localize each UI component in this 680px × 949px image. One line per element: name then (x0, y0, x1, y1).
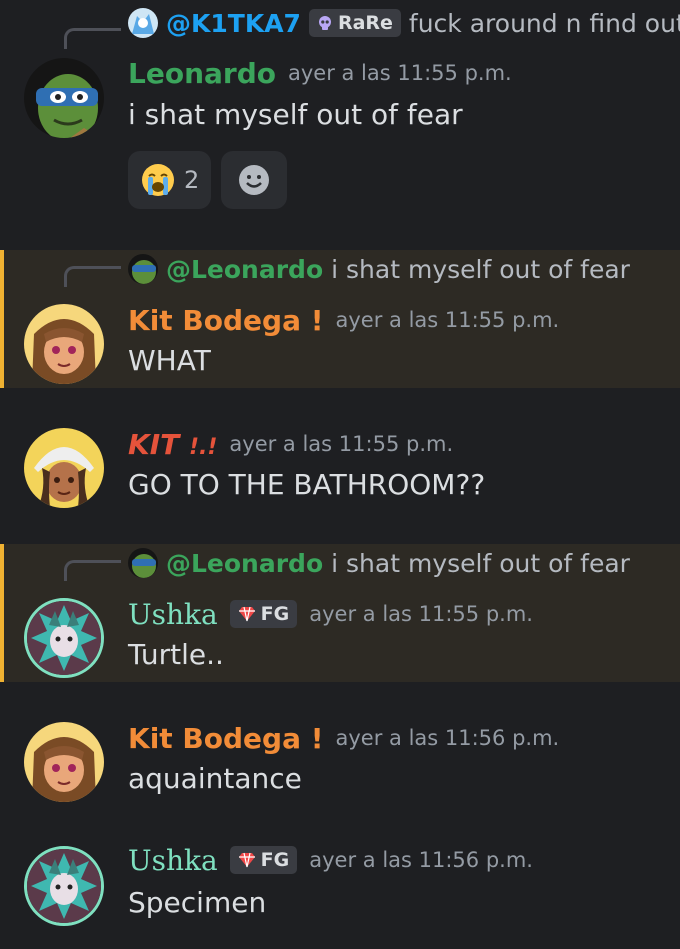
reply-preview[interactable]: @Leonardo i shat myself out of fear (128, 252, 630, 286)
reply-spine (64, 560, 121, 581)
avatar[interactable] (24, 722, 104, 802)
avatar[interactable] (24, 428, 104, 508)
gem-icon (238, 852, 256, 868)
reactions-bar: 2 (128, 151, 288, 209)
author-name-text: KIT (128, 427, 189, 461)
message-content: GO TO THE BATHROOM?? (128, 468, 486, 501)
reply-preview[interactable]: @Leonardo i shat myself out of fear (128, 546, 630, 580)
role-tag-label: FG (260, 849, 290, 871)
message-content: Specimen (128, 886, 267, 919)
timestamp: ayer a las 11:55 p.m. (229, 432, 454, 456)
reply-username[interactable]: @Leonardo (166, 255, 323, 284)
role-tag: RaRe (308, 9, 401, 37)
message-header: Leonardo ayer a las 11:55 p.m. (128, 55, 512, 91)
timestamp: ayer a las 11:55 p.m. (287, 61, 512, 85)
message-header: Ushka FG ayer a las 11:56 p.m. (128, 842, 533, 878)
skull-icon (317, 15, 333, 31)
timestamp: ayer a las 11:56 p.m. (309, 848, 533, 872)
reply-text: i shat myself out of fear (331, 548, 630, 578)
author-name[interactable]: Ushka (128, 598, 218, 631)
reply-spine (64, 266, 121, 287)
message-content: aquaintance (128, 762, 302, 795)
reply-avatar (128, 8, 158, 38)
message-ushka-2[interactable]: Ushka FG ayer a las 11:56 p.m. Specimen (0, 828, 680, 949)
author-name[interactable]: Leonardo (128, 57, 276, 90)
message-header: KIT !.! ayer a las 11:55 p.m. (128, 426, 453, 462)
reaction-crying[interactable]: 2 (128, 151, 212, 209)
message-kit-bodega-2[interactable]: Kit Bodega ! ayer a las 11:56 p.m. aquai… (0, 704, 680, 814)
add-reaction-button[interactable] (221, 151, 288, 209)
avatar[interactable] (24, 58, 104, 138)
message-content: WHAT (128, 344, 211, 377)
message-content: i shat myself out of fear (128, 98, 463, 131)
role-tag: FG (229, 600, 298, 628)
reaction-count: 2 (184, 166, 200, 194)
author-name[interactable]: Kit Bodega ! (128, 722, 324, 755)
message-leonardo-1[interactable]: @K1TKA7 RaRe fuck around n find out Leon… (0, 0, 680, 240)
timestamp: ayer a las 11:55 p.m. (335, 308, 560, 332)
avatar[interactable] (24, 598, 104, 678)
author-name[interactable]: Ushka (128, 844, 218, 877)
message-header: Ushka FG ayer a las 11:55 p.m. (128, 596, 533, 632)
message-header: Kit Bodega ! ayer a las 11:55 p.m. (128, 302, 559, 338)
message-ushka-1[interactable]: @Leonardo i shat myself out of fear Ushk… (0, 544, 680, 682)
author-name-suffix: !.! (188, 434, 218, 460)
loudly-crying-face-icon (140, 162, 176, 198)
reply-text: i shat myself out of fear (331, 254, 630, 284)
reply-avatar (128, 254, 158, 284)
reply-text: fuck around n find out (408, 8, 680, 38)
message-kit-bodega-1[interactable]: @Leonardo i shat myself out of fear Kit … (0, 250, 680, 388)
author-name[interactable]: KIT !.! (128, 428, 217, 461)
author-name[interactable]: Kit Bodega ! (128, 304, 324, 337)
reply-username[interactable]: @K1TKA7 (166, 9, 301, 38)
reply-avatar (128, 548, 158, 578)
role-tag-label: FG (260, 603, 290, 625)
reply-username[interactable]: @Leonardo (166, 549, 323, 578)
role-tag-label: RaRe (337, 12, 393, 34)
smiley-icon (237, 163, 271, 197)
message-header: Kit Bodega ! ayer a las 11:56 p.m. (128, 720, 559, 756)
avatar[interactable] (24, 304, 104, 384)
reply-spine (64, 28, 121, 49)
reply-preview[interactable]: @K1TKA7 RaRe fuck around n find out (128, 6, 680, 40)
timestamp: ayer a las 11:55 p.m. (309, 602, 533, 626)
gem-icon (238, 606, 256, 622)
avatar[interactable] (24, 846, 104, 926)
timestamp: ayer a las 11:56 p.m. (335, 726, 560, 750)
message-content: Turtle.. (128, 638, 224, 671)
message-kit[interactable]: KIT !.! ayer a las 11:55 p.m. GO TO THE … (0, 410, 680, 520)
role-tag: FG (229, 846, 298, 874)
